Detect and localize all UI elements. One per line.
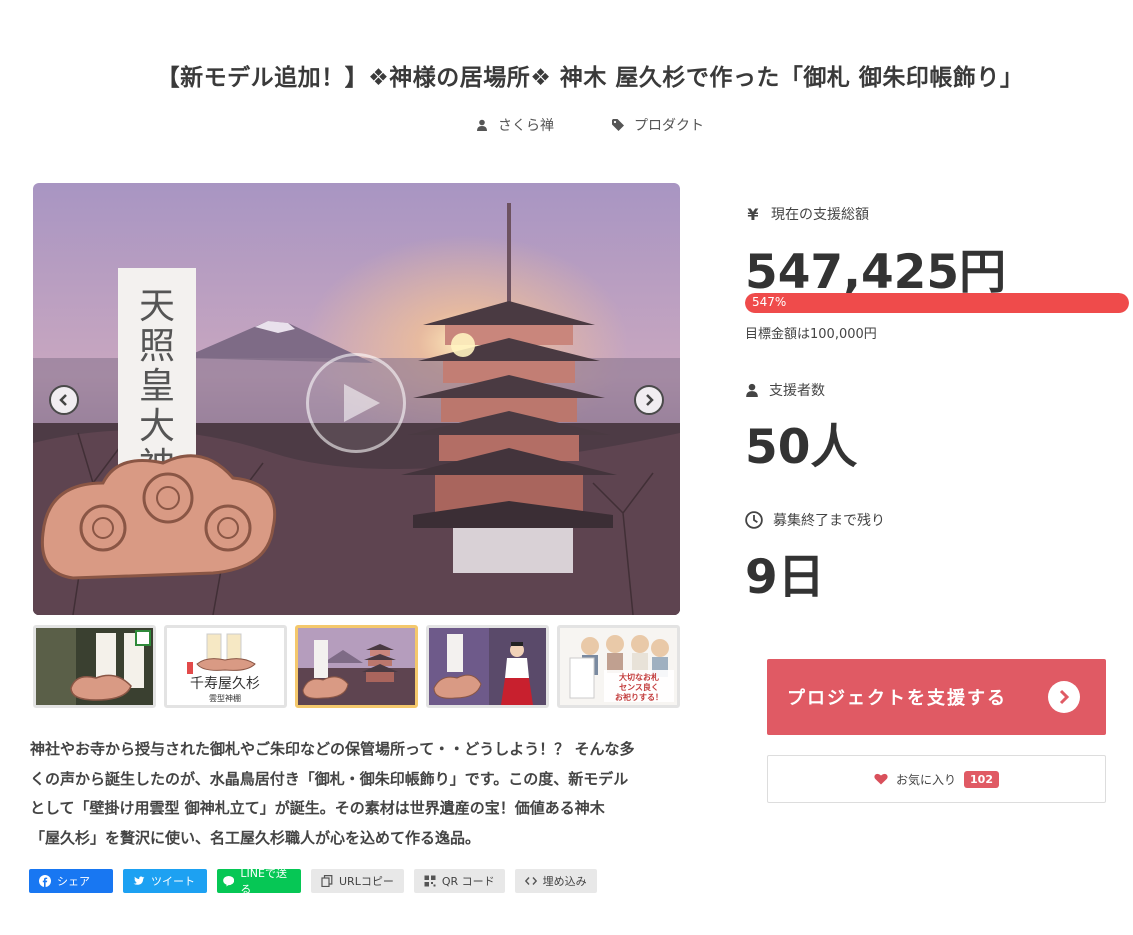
backers-label-row: 支援者数 (745, 380, 825, 400)
qr-code-icon (424, 875, 436, 887)
progress-fill (745, 293, 1129, 313)
thumbnail-3[interactable] (295, 625, 418, 708)
amount-label-row: ¥ 現在の支援総額 (745, 204, 869, 224)
play-video-button[interactable] (306, 353, 406, 453)
line-share-button[interactable]: LINEで送る (217, 867, 301, 896)
qr-code-label: QR コード (441, 875, 495, 888)
progress-percent: 547% (752, 295, 787, 309)
category-name: プロダクト (634, 118, 704, 134)
remaining-label-row: 募集終了まで残り (745, 510, 885, 530)
svg-text:雲型神棚: 雲型神棚 (209, 693, 241, 703)
thumbnail-image (298, 628, 415, 705)
page-title: 【新モデル追加！】❖神様の居場所❖ 神木 屋久杉で作った「御札 御朱印帳飾り」 (156, 65, 1024, 91)
author-name: さくら禅 (498, 118, 554, 134)
user-icon (477, 119, 487, 131)
embed-label: 埋め込み (542, 875, 587, 888)
funding-progress-bar: 547% (745, 293, 1129, 313)
support-project-button[interactable]: プロジェクトを支援する (767, 659, 1106, 735)
author-link[interactable]: さくら禅 (476, 115, 554, 135)
facebook-share-label: シェア (57, 875, 90, 888)
code-icon (524, 877, 537, 885)
carousel-prev-button[interactable] (49, 385, 79, 415)
share-bar: シェア ツイート LINEで送る URLコピー QR コード 埋め込み (29, 867, 597, 896)
category-link[interactable]: プロダクト (612, 115, 704, 135)
backers-label: 支援者数 (769, 383, 825, 399)
thumbnail-5[interactable]: 大切なお札 センス良く お祀りする！ (557, 625, 680, 708)
thumbnail-image: 千寿屋久杉 雲型神棚 (167, 628, 284, 705)
url-copy-button[interactable]: URLコピー (311, 869, 404, 893)
support-button-label: プロジェクトを支援する (787, 688, 1007, 709)
user-icon (746, 383, 758, 397)
svg-text:お祀りする！: お祀りする！ (615, 692, 663, 702)
svg-text:大切なお札: 大切なお札 (619, 672, 659, 682)
arrow-circle-icon (1048, 681, 1080, 713)
chevron-left-icon (59, 394, 67, 406)
clock-icon (745, 511, 763, 529)
chevron-right-icon (646, 394, 654, 406)
line-share-label: LINEで送る (240, 867, 287, 896)
svg-text:千寿屋久杉: 千寿屋久杉 (190, 675, 260, 692)
heart-icon (874, 773, 888, 785)
line-icon (223, 875, 235, 887)
description-line: として「壁掛け用雲型 御神札立て」が誕生。その素材は世界遺産の宝！価値ある神木 (30, 799, 605, 817)
thumbnail-1[interactable] (33, 625, 156, 708)
play-icon (344, 384, 380, 422)
carousel-next-button[interactable] (634, 385, 664, 415)
description-line: 神社やお寺から授与された御札やご朱印などの保管場所って・・どうしよう！？ そんな… (30, 740, 635, 758)
amount-label: 現在の支援総額 (771, 207, 869, 223)
favorite-label: お気に入り (896, 772, 957, 787)
svg-text:センス良く: センス良く (619, 682, 659, 692)
amount-value: 547,425円 (745, 245, 1007, 300)
goal-amount: 目標金額は100,000円 (745, 327, 877, 342)
copy-icon (321, 875, 333, 887)
thumbnail-2[interactable]: 千寿屋久杉 雲型神棚 (164, 625, 287, 708)
main-media-carousel[interactable]: 天 照 皇 大 神 (33, 183, 680, 615)
facebook-icon (39, 875, 51, 887)
description-line: 「屋久杉」を贅沢に使い、名工屋久杉職人が心を込めて作る逸品。 (30, 828, 481, 847)
twitter-share-label: ツイート (151, 875, 195, 888)
project-meta: さくら禅 プロダクト (0, 115, 1133, 135)
description-line: くの声から誕生したのが、水晶鳥居付き「御札・御朱印帳飾り」です。この度、新モデル (30, 769, 629, 788)
twitter-share-button[interactable]: ツイート (123, 869, 207, 893)
thumbnail-image (36, 628, 153, 705)
thumbnail-image: 大切なお札 センス良く お祀りする！ (560, 628, 677, 705)
thumbnail-strip: 千寿屋久杉 雲型神棚 大切なお札 センス良く お祀りする！ (33, 625, 680, 708)
twitter-icon (133, 876, 145, 885)
remaining-value: 9日 (745, 550, 825, 605)
yen-icon: ¥ (747, 204, 759, 224)
url-copy-label: URLコピー (339, 875, 394, 888)
tag-icon (612, 119, 624, 131)
backers-value: 50人 (745, 420, 858, 475)
svg-text:照: 照 (139, 326, 175, 367)
qr-code-button[interactable]: QR コード (413, 869, 505, 893)
remaining-label: 募集終了まで残り (773, 513, 885, 529)
embed-button[interactable]: 埋め込み (514, 869, 597, 893)
svg-text:大: 大 (139, 406, 175, 447)
svg-text:天: 天 (139, 286, 175, 327)
svg-text:皇: 皇 (139, 366, 175, 407)
project-description: 神社やお寺から授与された御札やご朱印などの保管場所って・・どうしよう！？ そんな… (30, 735, 690, 853)
favorite-button[interactable]: お気に入り 102 (767, 755, 1106, 803)
facebook-share-button[interactable]: シェア (29, 869, 113, 893)
favorite-count-badge: 102 (964, 770, 999, 788)
thumbnail-4[interactable] (426, 625, 549, 708)
thumbnail-image (429, 628, 546, 705)
